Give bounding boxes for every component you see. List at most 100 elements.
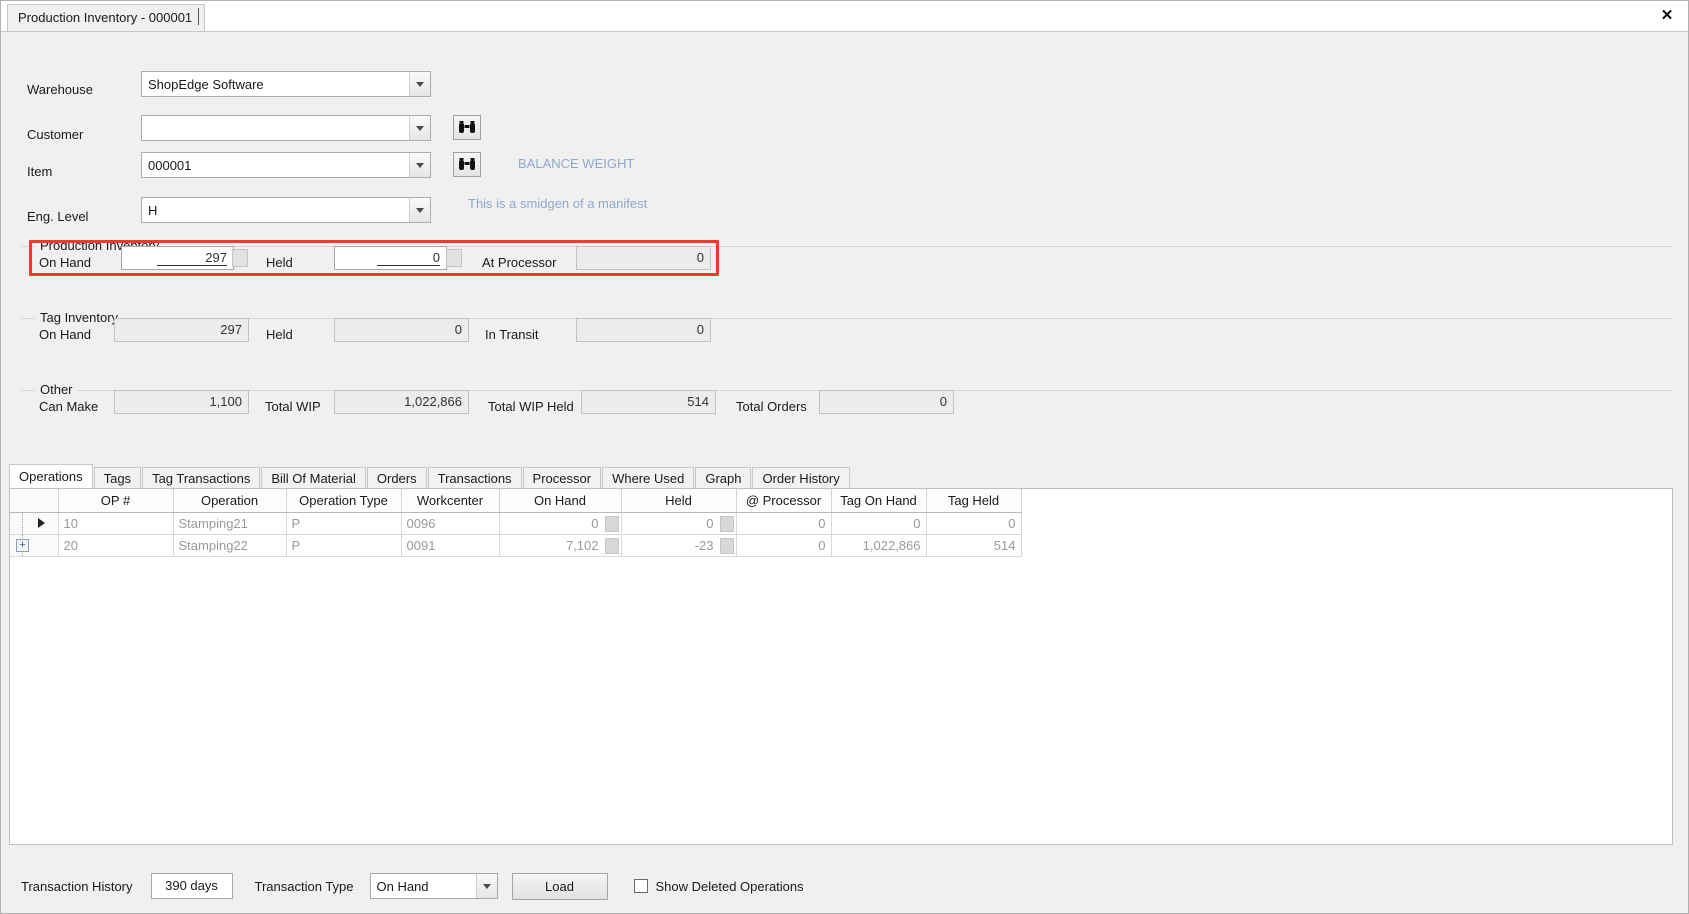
tab-tag-transactions[interactable]: Tag Transactions (142, 467, 261, 489)
pi-on-hand-value: 297 (157, 250, 227, 266)
grid-column-header[interactable]: On Hand (499, 489, 622, 513)
chevron-down-icon[interactable] (409, 72, 430, 96)
total-wip-held-label: Total WIP Held (488, 399, 574, 414)
tab-where-used[interactable]: Where Used (602, 467, 695, 489)
grid-column-header[interactable]: Workcenter (401, 489, 500, 513)
eng-level-combo[interactable]: H (141, 197, 431, 223)
load-button[interactable]: Load (511, 872, 608, 900)
grid-column-header[interactable]: Operation Type (286, 489, 402, 513)
total-wip-held-value: 514 (581, 390, 716, 414)
pi-at-processor-value: 0 (576, 246, 711, 270)
tab-processor[interactable]: Processor (522, 467, 602, 489)
pi-held-value: 0 (376, 250, 440, 266)
table-cell[interactable]: 0 (621, 512, 737, 535)
tab-label: Bill Of Material (271, 471, 356, 486)
table-cell[interactable]: 0 (736, 534, 832, 557)
eng-level-hint-text: This is a smidgen of a manifest (468, 196, 648, 211)
grid-column-header[interactable]: Tag Held (926, 489, 1022, 513)
operations-table: OP # Operation Operation Type Workcenter On … (10, 489, 1022, 557)
customer-label: Customer (27, 127, 84, 142)
production-inventory-group: Production Inventory (21, 238, 1673, 298)
table-cell[interactable]: 0 (831, 512, 927, 535)
tab-label: Graph (705, 471, 742, 486)
table-row[interactable]: 10 Stamping21 P 0096 0 0 0 0 0 (10, 512, 1022, 535)
close-icon[interactable]: ✕ (1656, 5, 1678, 27)
grid-column-header[interactable]: Tag On Hand (831, 489, 927, 513)
table-cell[interactable]: -23 (621, 534, 737, 557)
grid-corner-header (10, 489, 59, 513)
pi-held-spinner[interactable] (446, 249, 462, 267)
tab-order-history[interactable]: Order History (752, 467, 850, 489)
customer-combo[interactable] (141, 115, 431, 141)
document-tab[interactable]: Production Inventory - 000001 (7, 4, 206, 31)
table-cell[interactable]: 0 (499, 512, 622, 535)
table-cell[interactable]: 10 (58, 512, 174, 535)
chevron-down-icon[interactable] (409, 116, 430, 140)
tab-tags[interactable]: Tags (93, 467, 142, 489)
row-selector[interactable]: + (10, 534, 59, 557)
tab-operations[interactable]: Operations (9, 464, 93, 489)
cell-text: 0 (706, 515, 714, 531)
chevron-down-icon[interactable] (409, 153, 430, 177)
chevron-down-icon[interactable] (475, 874, 497, 898)
cell-spinner[interactable] (719, 515, 734, 532)
table-cell[interactable]: 0 (926, 512, 1022, 535)
transaction-history-input[interactable]: 390 days (150, 873, 233, 899)
total-orders-value: 0 (819, 390, 954, 414)
cell-spinner[interactable] (604, 515, 619, 532)
expand-row-icon[interactable]: + (16, 538, 29, 552)
table-cell[interactable]: 0091 (401, 534, 500, 557)
operations-grid[interactable]: OP # Operation Operation Type Workcenter On … (9, 488, 1673, 845)
cell-spinner[interactable] (719, 537, 734, 554)
table-cell[interactable]: P (286, 534, 402, 557)
pi-on-hand-spinner[interactable] (232, 249, 248, 267)
chevron-down-icon[interactable] (409, 198, 430, 222)
ti-on-hand-label: On Hand (39, 327, 92, 342)
ti-in-transit-value: 0 (576, 318, 711, 342)
grid-column-header[interactable]: Held (621, 489, 737, 513)
pi-held-label: Held (266, 255, 293, 270)
show-deleted-checkbox[interactable] (633, 879, 648, 893)
titlebar: Production Inventory - 000001 ✕ (1, 1, 1688, 32)
pi-on-hand-input[interactable]: 297 (121, 246, 234, 270)
item-hint-text: BALANCE WEIGHT (518, 156, 635, 171)
warehouse-value: ShopEdge Software (148, 76, 264, 92)
grid-column-header[interactable]: @ Processor (736, 489, 832, 513)
grid-header-row: OP # Operation Operation Type Workcenter On … (10, 489, 1022, 513)
tab-orders[interactable]: Orders (366, 467, 427, 489)
grid-column-header[interactable]: Operation (173, 489, 287, 513)
pi-held-input[interactable]: 0 (334, 246, 447, 270)
table-cell[interactable]: P (286, 512, 402, 535)
tab-label: Order History (762, 471, 840, 486)
cell-spinner[interactable] (604, 537, 619, 554)
total-wip-value: 1,022,866 (334, 390, 469, 414)
table-cell[interactable]: 20 (58, 534, 174, 557)
customer-lookup-button[interactable] (453, 115, 481, 140)
item-lookup-button[interactable] (453, 152, 481, 177)
tab-caret (198, 8, 199, 25)
tab-bill-of-material[interactable]: Bill Of Material (261, 467, 366, 489)
current-row-arrow-icon (38, 517, 45, 528)
binoculars-icon (459, 158, 475, 170)
ti-held-value: 0 (334, 318, 469, 342)
warehouse-combo[interactable]: ShopEdge Software (141, 71, 431, 97)
table-cell[interactable]: Stamping22 (173, 534, 287, 557)
show-deleted-label: Show Deleted Operations (655, 878, 804, 894)
row-selector[interactable] (10, 512, 59, 535)
transaction-type-combo[interactable]: On Hand (369, 873, 498, 899)
grid-column-header[interactable]: OP # (58, 489, 174, 513)
transaction-type-label: Transaction Type (254, 878, 354, 894)
table-row[interactable]: +20 Stamping22 P 0091 7,102 -23 0 1,022,866 514 (10, 534, 1022, 557)
table-cell[interactable]: 7,102 (499, 534, 622, 557)
table-cell[interactable]: 0096 (401, 512, 500, 535)
tab-transactions[interactable]: Transactions (427, 467, 522, 489)
table-cell[interactable]: 0 (736, 512, 832, 535)
tab-graph[interactable]: Graph (695, 467, 752, 489)
total-wip-label: Total WIP (265, 399, 321, 414)
table-cell[interactable]: 1,022,866 (831, 534, 927, 557)
table-cell[interactable]: Stamping21 (173, 512, 287, 535)
item-combo[interactable]: 000001 (141, 152, 431, 178)
tab-label: Tag Transactions (152, 471, 251, 486)
tag-inventory-title: Tag Inventory (35, 310, 124, 325)
table-cell[interactable]: 514 (926, 534, 1022, 557)
